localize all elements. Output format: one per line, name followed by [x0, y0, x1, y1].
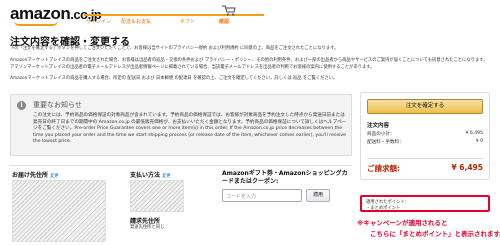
step-gift: ギフト [180, 19, 196, 25]
shipping-address-heading: お届け先住所 変更 [12, 172, 59, 179]
notice-body: この注文には、予約商品の価格保証の対象商品が含まれています。予約商品の価格保証で… [33, 113, 347, 144]
intro-paragraph-4: Amazonマーケットプレイスの商品を購入する場合、所定の 配送日 および 日本… [10, 76, 338, 81]
step-shipping-payment: 配送＆お支払 [121, 19, 152, 25]
amazon-smile-icon [14, 21, 58, 26]
checkout-progress-bar [84, 14, 264, 16]
order-summary-heading: 注文内容 [367, 123, 390, 129]
applied-points-item: ・まとめポイント [366, 206, 401, 211]
shipping-address-redacted [12, 180, 106, 242]
applied-points-box: 適用されたポイント: ・まとめポイント [360, 195, 490, 212]
billing-address-same: 発送先住所と同じ [130, 225, 165, 230]
order-summary-box: 注文を確定する 注文内容 商品の小計： ¥ 6,495 配送料・手数料： ¥ 0 ご… [360, 92, 490, 180]
payment-method-redacted [130, 180, 184, 212]
notice-title: 重要なお知らせ [33, 101, 82, 109]
intro-paragraph-2: Amazonマーケットプレイスの商品をご注文された場合、お客様は出品者の返品・交… [10, 58, 488, 63]
gift-card-heading: Amazonギフト券・Amazonショッピングカードまたはクーポン: [222, 170, 348, 185]
cart-icon [222, 5, 236, 16]
campaign-note-line2: こちらに「まとめポイント」と表示されます。 [370, 230, 500, 238]
subtotal-value: ¥ 6,495 [465, 131, 483, 136]
order-total-value: ¥ 6,495 [451, 163, 483, 172]
shipping-fee-row: 配送料・手数料： ¥ 0 [367, 139, 483, 145]
shipping-fee-value: ¥ 0 [475, 139, 483, 144]
step-signin: サインイン [86, 19, 112, 25]
intro-paragraph-1: 下の「注文を確定する」ボタンを押してご注文いただくことで、お客様は当サイトのプラ… [10, 46, 339, 51]
payment-change-link[interactable]: 変更 [162, 174, 171, 179]
order-details-section: お届け先住所 変更 支払い方法 変更 請求先住所 発送先住所と同じ Amazonギフ… [10, 165, 352, 243]
important-notice-box: i 重要なお知らせ この注文には、予約商品の価格保証の対象商品が含まれています。… [10, 94, 352, 156]
info-icon: i [17, 101, 26, 110]
place-order-button[interactable]: 注文を確定する [367, 99, 483, 114]
step-confirm: 確認 [219, 19, 230, 25]
subtotal-row: 商品の小計： ¥ 6,495 [367, 131, 483, 137]
intro-paragraph-3: アマゾンマーケットプレイスの出品者の電子メールアドレスが出品者情報ページに掲載さ… [10, 65, 375, 70]
order-total: ご請求額: ¥ 6,495 [367, 158, 483, 174]
campaign-note-line1: ※キャンペーンが適用されると [357, 219, 448, 227]
checkout-header: amazon.co.jp サインイン 配送＆お支払 ギフト 確認 [0, 0, 500, 28]
shipping-change-link[interactable]: 変更 [50, 174, 59, 179]
gift-code-input[interactable]: コードを入力 [222, 189, 302, 202]
payment-method-heading: 支払い方法 変更 [130, 172, 171, 179]
apply-code-button[interactable]: 適用 [306, 189, 330, 202]
